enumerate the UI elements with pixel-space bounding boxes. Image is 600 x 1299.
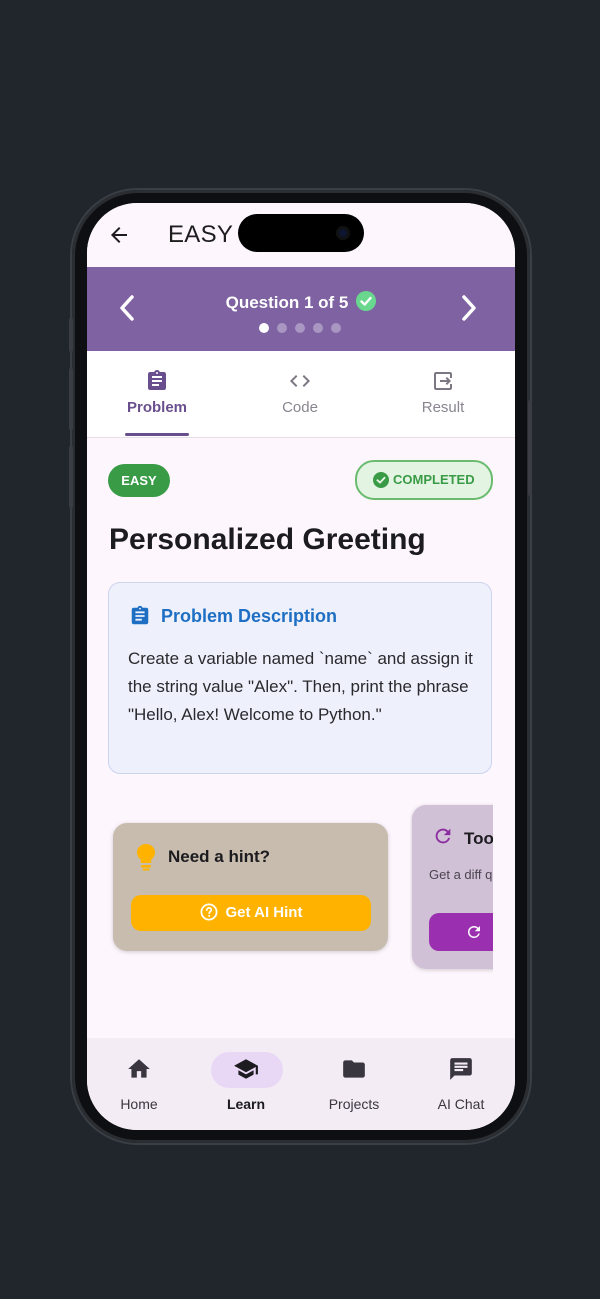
question-counter-label: Question 1 of 5 — [225, 293, 349, 312]
progress-dot[interactable] — [313, 323, 323, 333]
refresh-icon — [435, 828, 451, 844]
hint-card: Need a hint? Get AI Hint — [113, 823, 388, 951]
bottom-navigation: Home Learn Projects AI Chat — [87, 1038, 515, 1130]
tab-label: Problem — [126, 399, 187, 416]
nav-label: Home — [120, 1096, 158, 1112]
clipboard-icon — [131, 605, 149, 625]
next-question-icon[interactable] — [456, 293, 482, 323]
phone-volume-up — [69, 368, 73, 430]
phone-mute-switch — [69, 318, 73, 352]
too-tough-card: Too Get a diff questi — [412, 805, 493, 969]
description-heading: Problem Description — [129, 605, 337, 627]
question-navigator: Question 1 of 5 — [87, 267, 515, 351]
tab-result[interactable]: Result — [383, 369, 503, 416]
nav-projects[interactable]: Projects — [304, 1056, 404, 1112]
phone-volume-down — [69, 446, 73, 508]
home-icon — [128, 1059, 150, 1078]
tab-problem[interactable]: Problem — [97, 369, 217, 416]
question-counter: Question 1 of 5 — [87, 291, 515, 313]
nav-label: AI Chat — [437, 1096, 485, 1112]
active-tab-indicator — [125, 433, 189, 436]
question-progress-dots — [259, 323, 341, 333]
get-ai-hint-button[interactable]: Get AI Hint — [131, 895, 371, 931]
progress-dot[interactable] — [277, 323, 287, 333]
problem-title: Personalized Greeting — [109, 523, 426, 556]
hint-title: Need a hint? — [168, 847, 271, 866]
clipboard-icon — [148, 370, 166, 390]
nav-ai-chat[interactable]: AI Chat — [411, 1056, 511, 1112]
new-question-button[interactable] — [429, 913, 493, 951]
progress-dot[interactable] — [259, 323, 269, 333]
refresh-icon — [468, 926, 480, 938]
completed-check-icon — [356, 291, 377, 311]
app-screen: EASY C Question 1 of 5 Problem Code Resu… — [87, 203, 515, 1130]
help-circle-icon — [200, 903, 218, 921]
chat-icon — [450, 1058, 472, 1080]
status-badge: COMPLETED — [355, 460, 493, 500]
nav-home[interactable]: Home — [89, 1056, 189, 1112]
graduation-cap-icon — [234, 1059, 258, 1079]
nav-label: Learn — [226, 1096, 266, 1112]
code-icon — [290, 375, 310, 387]
description-text: Create a variable named `name` and assig… — [128, 649, 473, 724]
output-icon — [434, 372, 452, 390]
difficulty-badge: EASY — [108, 464, 170, 497]
folder-icon — [343, 1060, 365, 1078]
progress-dot[interactable] — [331, 323, 341, 333]
description-heading-label: Problem Description — [161, 605, 338, 626]
phone-power-button — [528, 400, 532, 496]
lightbulb-icon — [137, 844, 155, 871]
too-tough-card-viewport: Too Get a diff questi — [410, 801, 493, 976]
tab-bar: Problem Code Result — [87, 351, 515, 438]
too-tough-title: Too — [464, 829, 493, 848]
camera — [336, 226, 350, 240]
tab-code[interactable]: Code — [240, 369, 360, 416]
tab-label: Code — [282, 399, 318, 416]
dynamic-island — [238, 214, 364, 252]
nav-learn[interactable]: Learn — [196, 1052, 296, 1112]
too-tough-subtitle: Get a diff questi — [429, 867, 493, 882]
tab-label: Result — [421, 399, 465, 416]
check-circle-icon — [373, 472, 389, 488]
progress-dot[interactable] — [295, 323, 305, 333]
back-arrow-icon[interactable] — [107, 223, 131, 247]
status-badge-label: COMPLETED — [393, 472, 475, 487]
nav-label: Projects — [328, 1096, 380, 1112]
problem-description-card: Problem Description Create a variable na… — [108, 582, 492, 774]
get-ai-hint-label: Get AI Hint — [225, 904, 303, 921]
